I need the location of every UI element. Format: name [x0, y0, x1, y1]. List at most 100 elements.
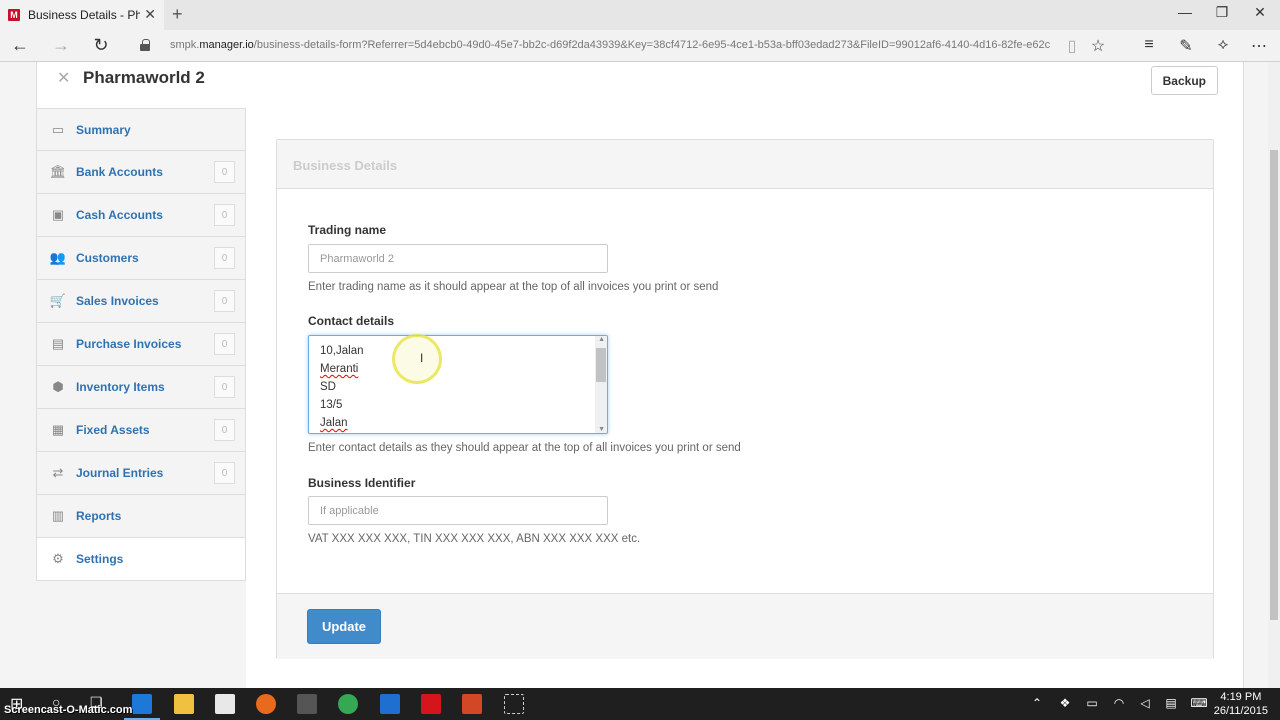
more-icon[interactable]: ⋯ — [1248, 36, 1270, 56]
customers-icon: 👥 — [49, 250, 67, 265]
sidebar-item-cash-accounts[interactable]: ▣ Cash Accounts 0 — [36, 194, 246, 237]
sidebar: ▭ Summary 🏛 Bank Accounts 0 ▣ Cash Accou… — [36, 108, 246, 581]
battery-icon[interactable]: ▭ — [1083, 696, 1101, 710]
new-tab-icon[interactable]: + — [172, 4, 183, 25]
favicon-icon: M — [8, 9, 20, 21]
browser-tab[interactable]: M Business Details - Pharm ✕ — [0, 0, 164, 30]
sidebar-item-customers[interactable]: 👥 Customers 0 — [36, 237, 246, 280]
tab-close-icon[interactable]: ✕ — [144, 6, 156, 23]
sidebar-item-purchase-invoices[interactable]: ▤ Purchase Invoices 0 — [36, 323, 246, 366]
web-note-icon[interactable]: ✎ — [1175, 36, 1197, 56]
sidebar-item-label: Inventory Items — [76, 380, 165, 394]
scroll-up-icon[interactable]: ▲ — [598, 336, 605, 343]
forward-icon[interactable]: → — [49, 35, 73, 56]
text-cursor-icon: I — [420, 351, 424, 365]
scroll-thumb[interactable] — [596, 348, 606, 382]
panel-header: Business Details — [277, 140, 1213, 189]
url-field[interactable]: smpk.manager.io/business-details-form?Re… — [170, 39, 1050, 51]
tab-title: Business Details - Pharm — [28, 8, 140, 22]
snipping-tool-icon[interactable] — [504, 694, 524, 714]
maximize-icon[interactable]: ❐ — [1207, 4, 1237, 21]
wifi-icon[interactable]: ◠ — [1110, 696, 1128, 710]
inventory-icon: ⬢ — [52, 379, 64, 394]
sidebar-item-label: Fixed Assets — [76, 423, 150, 437]
sidebar-item-label: Summary — [76, 122, 131, 137]
backup-button[interactable]: Backup — [1150, 66, 1218, 95]
close-company-icon[interactable]: ✕ — [57, 68, 70, 88]
edge-browser-icon[interactable] — [132, 694, 152, 714]
volume-icon[interactable]: ◁ — [1136, 696, 1154, 710]
file-explorer-icon[interactable] — [174, 694, 194, 714]
reading-view-icon[interactable]: ▯ — [1061, 36, 1083, 56]
sidebar-item-bank-accounts[interactable]: 🏛 Bank Accounts 0 — [36, 151, 246, 194]
trading-name-input[interactable] — [308, 244, 608, 273]
business-identifier-help: VAT XXX XXX XXX, TIN XXX XXX XXX, ABN XX… — [308, 533, 641, 545]
store-icon[interactable] — [215, 694, 235, 714]
trading-name-label: Trading name — [308, 223, 387, 237]
main-content: Business Details Trading name Enter trad… — [246, 108, 1244, 688]
contact-line-misspelled: Jalan — [336, 345, 364, 357]
app-icon[interactable] — [297, 694, 317, 714]
count-badge: 0 — [214, 290, 235, 312]
count-badge: 0 — [214, 204, 235, 226]
sidebar-item-sales-invoices[interactable]: 🛒 Sales Invoices 0 — [36, 280, 246, 323]
contact-details-label: Contact details — [308, 314, 395, 328]
business-details-panel: Business Details Trading name Enter trad… — [276, 139, 1214, 659]
count-badge: 0 — [214, 161, 235, 183]
chrome-icon[interactable] — [338, 694, 358, 714]
sidebar-item-label: Sales Invoices — [76, 294, 159, 308]
clock-time: 4:19 PM — [1220, 691, 1262, 703]
sidebar-item-summary[interactable]: ▭ Summary — [36, 108, 246, 151]
textarea-scrollbar[interactable]: ▲ ▼ — [595, 336, 607, 433]
action-center-icon[interactable]: ▤ — [1162, 696, 1180, 710]
minimize-icon[interactable]: — — [1170, 4, 1200, 20]
window-close-icon[interactable]: ✕ — [1245, 4, 1275, 21]
system-clock[interactable]: 4:19 PM 26/11/2015 — [1214, 690, 1268, 718]
firefox-icon[interactable] — [256, 694, 276, 714]
keyboard-icon[interactable]: ⌨ — [1190, 696, 1208, 710]
sidebar-item-reports[interactable]: ▥ Reports — [36, 495, 246, 538]
count-badge: 0 — [214, 462, 235, 484]
url-path: /business-details-form?Referrer=5d4ebcb0… — [253, 39, 1050, 51]
contact-details-textarea[interactable]: 10,Jalan Meranti SD 13/5 Jalan ▲ ▼ — [308, 335, 608, 434]
cursor-highlight — [392, 334, 442, 384]
contact-line: SD — [320, 381, 336, 393]
dropbox-icon[interactable]: ❖ — [1056, 696, 1074, 710]
scroll-down-icon[interactable]: ▼ — [598, 426, 605, 433]
tray-chevron-icon[interactable]: ⌃ — [1028, 696, 1046, 710]
back-icon[interactable]: ← — [8, 35, 32, 56]
favorite-star-icon[interactable]: ☆ — [1087, 36, 1109, 56]
update-button[interactable]: Update — [307, 609, 381, 644]
journal-icon: ⇄ — [52, 465, 64, 480]
url-prefix: smpk. — [170, 39, 200, 51]
cash-icon: ▣ — [51, 207, 65, 222]
sidebar-item-label: Reports — [76, 509, 122, 523]
contact-line: Meranti — [320, 363, 359, 375]
acrobat-icon[interactable] — [421, 694, 441, 714]
business-identifier-input[interactable] — [308, 496, 608, 525]
bank-icon: 🏛 — [49, 164, 67, 179]
company-header: ✕ Pharmaworld 2 Backup — [36, 62, 1244, 108]
share-icon[interactable]: ⟡ — [1212, 36, 1234, 54]
sidebar-item-inventory-items[interactable]: ⬢ Inventory Items 0 — [36, 366, 246, 409]
sidebar-item-journal-entries[interactable]: ⇄ Journal Entries 0 — [36, 452, 246, 495]
count-badge: 0 — [214, 333, 235, 355]
contact-line: 10,Jalan — [320, 345, 364, 357]
company-name: Pharmaworld 2 — [83, 68, 205, 87]
hub-icon[interactable]: ≡ — [1138, 36, 1160, 54]
page-scroll-thumb[interactable] — [1270, 150, 1278, 620]
sidebar-item-settings[interactable]: ⚙ Settings — [36, 538, 246, 581]
reports-icon: ▥ — [51, 508, 65, 523]
watermark-text: Screencast-O-Matic.com — [4, 704, 133, 716]
cart-icon: 🛒 — [49, 293, 67, 308]
sidebar-item-label: Bank Accounts — [76, 165, 163, 179]
business-identifier-label: Business Identifier — [308, 476, 416, 490]
powerpoint-icon[interactable] — [462, 694, 482, 714]
refresh-icon[interactable]: ↻ — [89, 35, 113, 56]
url-host: manager.io — [199, 39, 254, 51]
contact-details-help: Enter contact details as they should app… — [308, 442, 741, 454]
sidebar-item-label: Cash Accounts — [76, 208, 163, 222]
sidebar-item-fixed-assets[interactable]: ▦ Fixed Assets 0 — [36, 409, 246, 452]
page-scrollbar[interactable] — [1268, 62, 1280, 688]
teamviewer-icon[interactable] — [380, 694, 400, 714]
